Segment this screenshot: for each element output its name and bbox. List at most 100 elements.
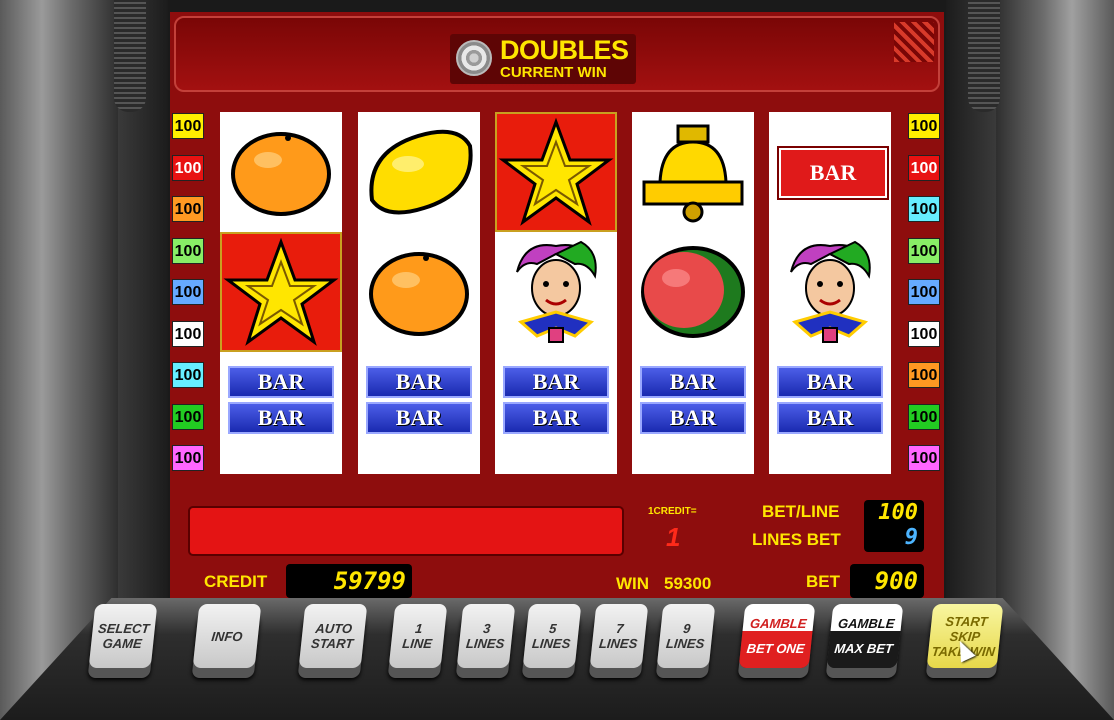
button-label-line2: START: [310, 636, 355, 651]
button-auto-start[interactable]: AUTO START: [298, 604, 368, 668]
info-panel: 1CREDIT= 1 BET/LINE LINES BET 100 9 CRED…: [174, 494, 940, 600]
button-label-line1: START: [944, 613, 989, 629]
button-label-line1: GAMBLE: [837, 616, 896, 631]
button-gamble-bet-one[interactable]: GAMBLE BET ONE: [738, 604, 816, 668]
bar-blue-label: BAR: [503, 366, 609, 398]
payline-left-4: 100: [172, 237, 204, 264]
symbol-bar-double-icon: BAR BAR: [769, 352, 891, 472]
payline-right-6: 100: [908, 320, 940, 347]
button-9-lines[interactable]: 9 LINES: [656, 604, 716, 668]
bar-blue-label: BAR: [366, 402, 472, 434]
payline-right-5: 100: [908, 279, 940, 305]
game-screen: DOUBLES CURRENT WIN 100 100 100 100 100 100 10…: [170, 12, 944, 600]
symbol-jester-icon: [495, 232, 617, 352]
bar-blue-label: BAR: [640, 366, 746, 398]
payline-left-8: 100: [172, 403, 204, 430]
symbol-bar-double-icon: BAR BAR: [358, 352, 480, 472]
lines-bet-label: LINES BET: [752, 530, 841, 549]
symbol-star-icon: [495, 112, 617, 232]
win-label: WIN: [616, 574, 650, 593]
win-value: 59300: [664, 574, 712, 593]
credit-rate-label: 1CREDIT=: [648, 506, 697, 517]
reel-5: BAR BAR BAR: [769, 112, 891, 474]
button-label-line1: SELECT: [97, 621, 151, 636]
symbol-orange-icon: [358, 232, 480, 352]
symbol-bar-red-icon: BAR: [769, 112, 891, 232]
payline-left-6: 100: [172, 320, 204, 347]
title-box: DOUBLES CURRENT WIN: [450, 34, 636, 84]
symbol-star-icon: [220, 232, 342, 352]
symbol-jester-icon: [769, 232, 891, 352]
payline-left-3: 100: [172, 196, 204, 222]
reel-4: BAR BAR: [632, 112, 754, 474]
payline-right-9: 100: [908, 445, 940, 471]
credit-label: CREDIT: [204, 572, 268, 591]
payline-right-1: 100: [908, 113, 940, 139]
button-label-line2: LINES: [665, 636, 706, 651]
symbol-lemon-icon: [358, 112, 480, 232]
button-label-line1: 1: [414, 621, 424, 636]
button-label-line1: INFO: [210, 628, 244, 644]
button-label-line1: 9: [682, 621, 692, 636]
payline-right-7: 100: [908, 362, 940, 388]
bet-label: BET: [806, 572, 840, 591]
button-7-lines[interactable]: 7 LINES: [589, 604, 649, 668]
message-box: [188, 506, 624, 556]
symbol-bar-double-icon: BAR BAR: [220, 352, 342, 472]
button-label-line1: 5: [548, 621, 558, 636]
payline-left-2: 100: [172, 154, 204, 181]
payline-right-8: 100: [908, 403, 940, 430]
payline-left-1: 100: [172, 113, 204, 139]
credit-value: 59799: [286, 564, 412, 598]
button-5-lines[interactable]: 5 LINES: [522, 604, 582, 668]
button-label-line1: 7: [615, 621, 625, 636]
bar-blue-label: BAR: [228, 402, 334, 434]
bar-blue-label: BAR: [777, 402, 883, 434]
symbol-bar-double-icon: BAR BAR: [632, 352, 754, 472]
button-label-line2: MAX BET: [833, 641, 894, 656]
bar-blue-label: BAR: [503, 402, 609, 434]
button-gamble-max-bet[interactable]: GAMBLE MAX BET: [826, 604, 904, 668]
bet-line-value: 100: [878, 500, 918, 525]
bar-blue-label: BAR: [228, 366, 334, 398]
bet-line-lcd: 100 9: [864, 500, 924, 552]
credit-rate-value: 1: [666, 522, 681, 552]
reel-1: BAR BAR: [220, 112, 342, 474]
payline-left-9: 100: [172, 445, 204, 471]
button-3-lines[interactable]: 3 LINES: [456, 604, 516, 668]
symbol-orange-icon: [220, 112, 342, 232]
game-subtitle: CURRENT WIN: [500, 64, 607, 81]
button-label-line2: LINE: [401, 636, 433, 651]
symbol-bell-icon: [632, 112, 754, 232]
button-label-line2: LINES: [531, 636, 572, 651]
payline-right-2: 100: [908, 154, 940, 181]
button-label-line2: GAME: [101, 636, 143, 651]
bet-line-label: BET/LINE: [762, 502, 840, 521]
lines-bet-value: 9: [904, 525, 918, 550]
bar-blue-label: BAR: [366, 366, 472, 398]
button-label-line1: 3: [482, 621, 492, 636]
bar-blue-label: BAR: [640, 402, 746, 434]
corner-stripes: [894, 22, 934, 62]
button-select-game[interactable]: SELECT GAME: [88, 604, 158, 668]
speaker-right: [968, 0, 1000, 112]
symbol-watermelon-icon: [632, 232, 754, 352]
button-1-line[interactable]: 1 LINE: [388, 604, 448, 668]
bar-blue-label: BAR: [777, 366, 883, 398]
payline-right-4: 100: [908, 237, 940, 264]
payline-left-7: 100: [172, 362, 204, 388]
bar-red-label: BAR: [779, 148, 887, 198]
payline-left-5: 100: [172, 279, 204, 305]
button-label-line1: GAMBLE: [749, 616, 808, 631]
speaker-left: [114, 0, 146, 112]
button-label-line2: BET ONE: [745, 641, 806, 656]
button-label-line2: LINES: [598, 636, 639, 651]
symbol-bar-double-icon: BAR BAR: [495, 352, 617, 472]
reel-2: BAR BAR: [358, 112, 480, 474]
button-label-line1: AUTO: [314, 621, 353, 636]
reel-3: BAR BAR: [495, 112, 617, 474]
target-icon: [456, 40, 492, 76]
payline-right-3: 100: [908, 196, 940, 222]
game-title: DOUBLES: [500, 35, 629, 65]
button-info[interactable]: INFO: [192, 604, 262, 668]
